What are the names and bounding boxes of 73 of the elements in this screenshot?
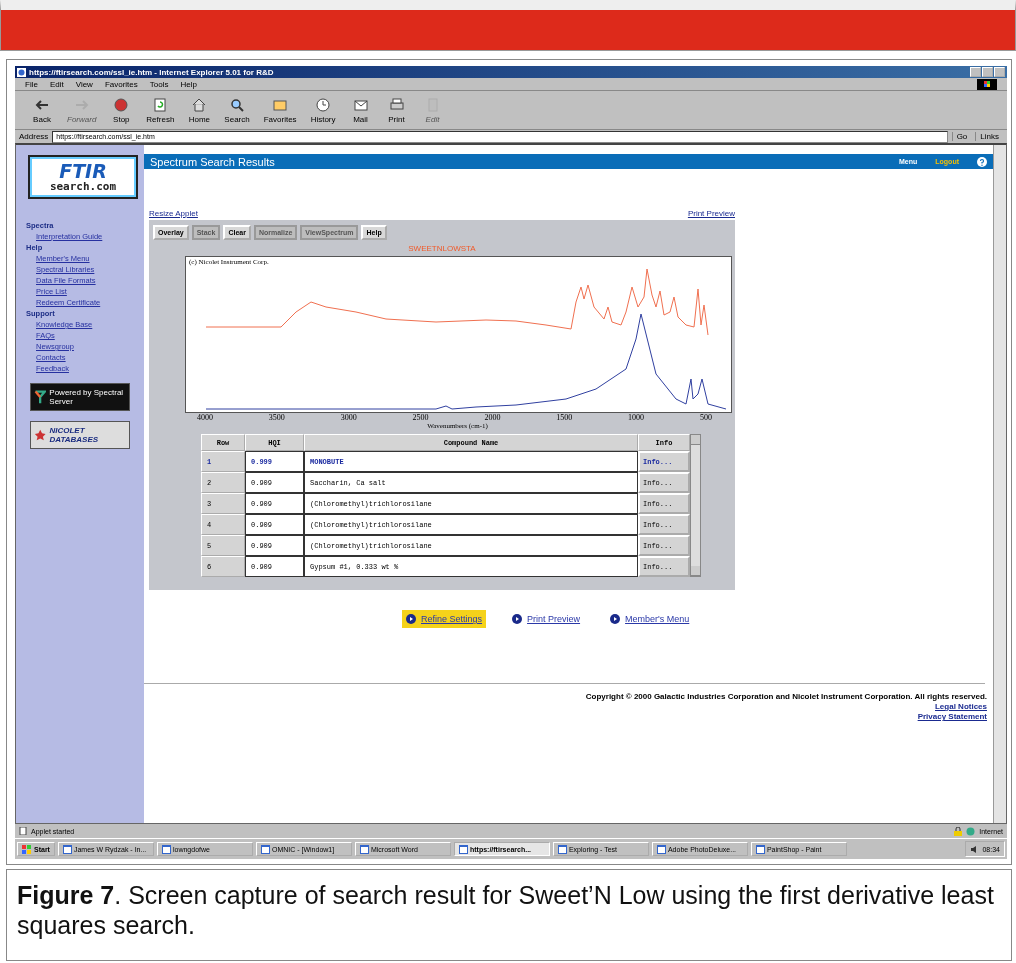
badge-text: Powered by Spectral Server: [49, 388, 125, 406]
scrollbar[interactable]: [690, 434, 701, 577]
vertical-scrollbar[interactable]: [993, 145, 1006, 823]
go-button[interactable]: Go: [951, 132, 972, 141]
nav-link[interactable]: Print Preview: [508, 610, 585, 628]
toolbar-button[interactable]: History: [306, 96, 340, 124]
windows-logo-icon: [22, 844, 32, 854]
menu-item[interactable]: Help: [180, 79, 197, 89]
house-icon: [191, 96, 208, 113]
axis-tick-label: 2000: [484, 413, 501, 422]
menu-item[interactable]: Tools: [149, 79, 169, 89]
text-link[interactable]: Resize Applet: [149, 209, 198, 218]
arrow-circle-icon: [406, 614, 416, 624]
window-icon: [557, 844, 567, 854]
axis-tick-label: 4000: [197, 413, 213, 422]
logo-text: search.com: [49, 180, 117, 193]
axis-tick-label: 2500: [412, 413, 429, 422]
toolbar-button[interactable]: Stop: [106, 96, 137, 124]
nav-link[interactable]: Member's Menu: [606, 610, 694, 628]
links-button[interactable]: Links: [975, 132, 1003, 141]
window-icon: [260, 844, 270, 854]
toolbar-button[interactable]: Favorites: [259, 96, 301, 124]
page-icon: [19, 827, 27, 835]
arrow-circle-icon: [512, 614, 523, 624]
toolbar-button[interactable]: Back: [27, 96, 57, 124]
figure-caption: Figure 7. Screen capture of search result for Sweet’N Low using the first derivative least squares search.: [6, 869, 1012, 961]
y-shape-icon: [34, 388, 47, 406]
copyright-text: Copyright © 2000 Galactic Industries Corporation and Nicolet Instrument Corporation. All rights reserved.: [585, 692, 987, 701]
stop-icon: [113, 96, 130, 113]
refresh-icon: [152, 96, 169, 113]
menu-item[interactable]: File: [25, 79, 38, 89]
windows-logo-icon: [977, 78, 997, 90]
window-icon: [161, 844, 171, 854]
arrow-circle-icon: [610, 614, 621, 624]
axis-tick-label: 1500: [556, 413, 573, 422]
search-icon: [229, 96, 246, 113]
nav-link[interactable]: Refine Settings: [402, 610, 487, 628]
toolbar-button[interactable]: Search: [220, 96, 254, 124]
window-icon: [359, 844, 369, 854]
partner-badge[interactable]: Powered by Spectral Server: [30, 383, 130, 411]
page-title: Spectrum Search Results: [150, 155, 276, 168]
menu-item[interactable]: View: [75, 79, 93, 89]
lock-icon: [954, 826, 963, 836]
text-link[interactable]: Print Preview: [687, 209, 735, 218]
logo-text: FTIR: [59, 161, 107, 181]
clock-icon: [315, 96, 332, 113]
footer-link[interactable]: Legal Notices: [935, 702, 987, 711]
window-title: https://ftirsearch.com/ssl_ie.htm - Internet Explorer 5.01 for R&D: [29, 67, 275, 77]
window-controls[interactable]: [970, 67, 1005, 77]
window-icon: [458, 844, 468, 854]
badge-text: NICOLET DATABASES: [49, 426, 100, 444]
partner-badge[interactable]: NICOLET DATABASES: [30, 421, 130, 449]
window-icon: [656, 844, 666, 854]
axis-tick-label: 3000: [340, 413, 357, 422]
site-logo[interactable]: FTIR search.com: [28, 155, 138, 199]
browser-icon: [17, 67, 26, 77]
toolbar-button[interactable]: Mail: [345, 96, 376, 124]
footer-link[interactable]: Privacy Statement: [917, 712, 987, 721]
axis-tick-label: 3500: [268, 413, 285, 422]
toolbar-button[interactable]: Refresh: [142, 96, 179, 124]
menu-item[interactable]: Favorites: [104, 79, 138, 89]
window-icon: [62, 844, 72, 854]
toolbar-button[interactable]: Home: [184, 96, 215, 124]
window-icon: [755, 844, 765, 854]
axis-tick-label: 1000: [628, 413, 645, 422]
spectrum-applet[interactable]: [149, 220, 735, 590]
axis-tick-label: 500: [699, 413, 712, 422]
printer-icon: [388, 96, 405, 113]
address-label: Address: [19, 132, 49, 141]
toolbar-button[interactable]: Print: [381, 96, 412, 124]
star-icon: [34, 428, 47, 442]
spectrum-title: SWEETNLOWSTA: [407, 244, 477, 253]
menu-item[interactable]: Edit: [49, 79, 64, 89]
